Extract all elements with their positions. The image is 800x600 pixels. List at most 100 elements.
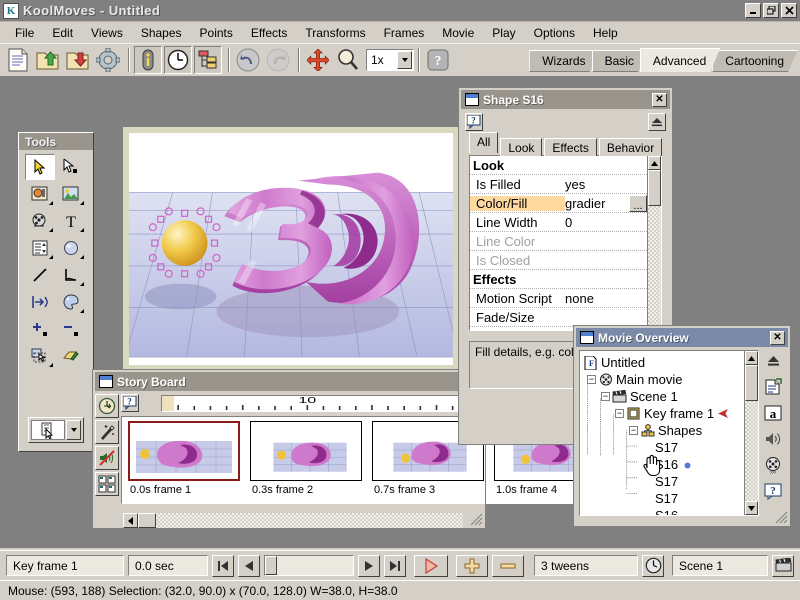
- film-reel-icon[interactable]: [25, 208, 55, 234]
- timeline-slider-knob[interactable]: [265, 556, 277, 575]
- tree-node-untitled[interactable]: F Untitled: [583, 354, 744, 371]
- tree-node-key-frame-1[interactable]: − Key frame 1: [583, 405, 744, 422]
- hierarchy-tree-icon[interactable]: [194, 46, 222, 74]
- property-grid-scrollbar[interactable]: [647, 156, 661, 330]
- story-board-hscrollbar[interactable]: [123, 513, 463, 528]
- menu-file[interactable]: File: [6, 24, 43, 42]
- list-order-icon[interactable]: [25, 235, 55, 261]
- tab-cartooning[interactable]: Cartooning: [712, 50, 798, 72]
- tab-behavior[interactable]: Behavior: [599, 138, 662, 156]
- tab-effects[interactable]: Effects: [544, 138, 596, 156]
- scroll-down-arrow-icon[interactable]: [745, 501, 758, 515]
- delete-point-icon[interactable]: [56, 316, 86, 342]
- arrow-select-icon[interactable]: [25, 154, 55, 180]
- menu-play[interactable]: Play: [483, 24, 524, 42]
- minimize-button[interactable]: [745, 3, 761, 18]
- remove-frame-button[interactable]: [492, 555, 524, 577]
- tab-all[interactable]: All: [469, 132, 498, 153]
- text-tool-icon[interactable]: T: [56, 208, 86, 234]
- frame-thumbnail[interactable]: [250, 421, 362, 481]
- tree-node-shape-s17-b[interactable]: S17: [583, 473, 744, 490]
- resize-grip[interactable]: [469, 512, 483, 526]
- property-row-motion-script[interactable]: Motion Script none: [470, 289, 647, 308]
- save-folder-icon[interactable]: [64, 46, 92, 74]
- storyboard-frame[interactable]: 0.0s frame 1: [128, 421, 240, 503]
- clapboard-icon[interactable]: [772, 555, 794, 577]
- maximize-button[interactable]: [763, 3, 779, 18]
- frame-thumbnail[interactable]: [128, 421, 240, 481]
- close-button[interactable]: [781, 3, 797, 18]
- gear-icon[interactable]: [94, 46, 122, 74]
- tool-mode-combo[interactable]: [28, 417, 84, 443]
- clock-icon[interactable]: [164, 46, 192, 74]
- hscroll-track[interactable]: [156, 513, 463, 528]
- tree-node-shapes[interactable]: − Shapes: [583, 422, 744, 439]
- skip-to-end-icon[interactable]: [384, 555, 406, 577]
- movie-canvas[interactable]: [129, 133, 453, 365]
- menu-shapes[interactable]: Shapes: [132, 24, 191, 42]
- menu-movie[interactable]: Movie: [433, 24, 483, 42]
- menu-frames[interactable]: Frames: [375, 24, 434, 42]
- shape-dialog-close-button[interactable]: ✕: [652, 93, 667, 107]
- scrollbar-thumb[interactable]: [648, 170, 661, 206]
- tree-node-shape-s17-a[interactable]: S17: [583, 439, 744, 456]
- tree-node-shape-s17-c[interactable]: S17: [583, 490, 744, 507]
- frames-grid-icon[interactable]: [95, 472, 119, 496]
- current-time-field[interactable]: 0.0 sec: [128, 555, 208, 576]
- menu-points[interactable]: Points: [191, 24, 242, 42]
- movie-reel-icon[interactable]: ›››: [762, 454, 784, 476]
- hscroll-thumb[interactable]: [138, 513, 156, 528]
- tweens-field[interactable]: 3 tweens: [534, 555, 638, 576]
- menu-edit[interactable]: Edit: [43, 24, 82, 42]
- move-arrows-icon[interactable]: [304, 46, 332, 74]
- help-balloon-icon[interactable]: ?: [762, 480, 784, 502]
- left-arrow-icon[interactable]: [123, 513, 138, 528]
- ellipse-shape-icon[interactable]: [56, 235, 86, 261]
- timeline-slider[interactable]: [264, 555, 354, 576]
- menu-help[interactable]: Help: [584, 24, 627, 42]
- tree-node-shape-s16-a[interactable]: S16: [583, 456, 744, 473]
- text-a-icon[interactable]: a: [762, 402, 784, 424]
- expander-minus-icon[interactable]: −: [615, 409, 624, 418]
- movie-tree[interactable]: F Untitled − Main movie −: [579, 350, 759, 516]
- scroll-up-arrow-icon[interactable]: [745, 351, 758, 365]
- tree-node-shape-s16-b[interactable]: S16: [583, 507, 744, 515]
- open-folder-icon[interactable]: [34, 46, 62, 74]
- eraser-icon[interactable]: [56, 343, 86, 369]
- property-row-line-width[interactable]: Line Width 0: [470, 213, 647, 232]
- scrollbar-track[interactable]: [648, 206, 661, 330]
- fill-color-icon[interactable]: [25, 181, 55, 207]
- tab-basic[interactable]: Basic: [592, 50, 648, 72]
- undo-icon[interactable]: [234, 46, 262, 74]
- magic-wand-icon[interactable]: [95, 420, 119, 444]
- menu-options[interactable]: Options: [525, 24, 584, 42]
- add-frame-button[interactable]: [456, 555, 488, 577]
- step-back-icon[interactable]: [238, 555, 260, 577]
- step-forward-icon[interactable]: [358, 555, 380, 577]
- scroll-up-arrow-icon[interactable]: [648, 156, 661, 170]
- menu-views[interactable]: Views: [82, 24, 132, 42]
- tab-advanced[interactable]: Advanced: [640, 48, 720, 72]
- resize-grip[interactable]: [774, 510, 788, 524]
- sound-off-icon[interactable]: [95, 446, 119, 470]
- arrow-point-select-icon[interactable]: [56, 154, 86, 180]
- scrollbar-thumb[interactable]: [745, 365, 758, 401]
- tab-wizards[interactable]: Wizards: [529, 50, 599, 72]
- chevron-down-icon[interactable]: [66, 420, 81, 440]
- add-point-icon[interactable]: [25, 316, 55, 342]
- collapse-up-icon[interactable]: [648, 113, 666, 131]
- timing-clock-icon[interactable]: [95, 394, 119, 418]
- tree-node-main-movie[interactable]: − Main movie: [583, 371, 744, 388]
- zoom-level-combo[interactable]: 1x: [366, 49, 414, 71]
- new-document-icon[interactable]: [4, 46, 32, 74]
- expander-minus-icon[interactable]: −: [629, 426, 638, 435]
- morph-arrow-icon[interactable]: [25, 289, 55, 315]
- storyboard-frame[interactable]: 0.3s frame 2: [250, 421, 362, 503]
- help-balloon-icon[interactable]: ?: [121, 394, 139, 412]
- properties-page-icon[interactable]: [762, 376, 784, 398]
- menu-transforms[interactable]: Transforms: [296, 24, 374, 42]
- tween-clock-icon[interactable]: [642, 555, 664, 577]
- magnifier-icon[interactable]: [334, 46, 362, 74]
- bitmap-image-icon[interactable]: [56, 181, 86, 207]
- current-keyframe-field[interactable]: Key frame 1: [6, 555, 124, 576]
